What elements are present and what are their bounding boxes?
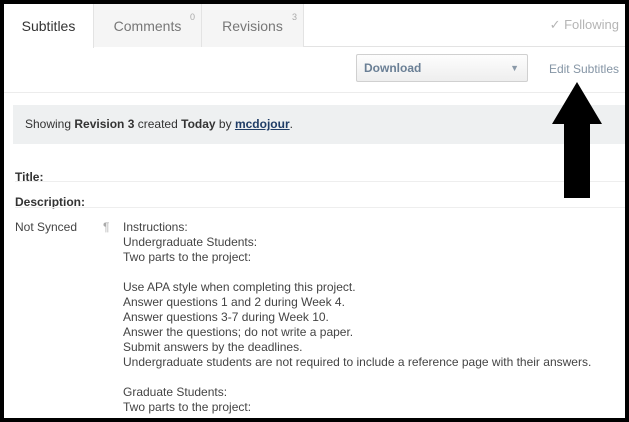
- toolbar: Download ▼ Edit Subtitles: [4, 47, 625, 93]
- revision-created: created: [137, 117, 178, 131]
- tab-bar: Subtitles Comments 0 Revisions 3 ✓ Follo…: [4, 4, 625, 48]
- revision-number: Revision 3: [74, 117, 135, 131]
- sync-status: Not Synced: [15, 220, 78, 234]
- download-label: Download: [364, 61, 422, 75]
- tab-label: Comments: [113, 17, 182, 34]
- divider: [15, 207, 625, 208]
- subtitle-line: Undergraduate students are not required …: [123, 355, 592, 369]
- tab-comments[interactable]: Comments 0: [94, 4, 202, 47]
- tab-count: 0: [189, 12, 195, 22]
- revision-user-link[interactable]: mcdojour: [235, 117, 290, 131]
- subtitle-line: Two parts to the project:: [123, 250, 252, 264]
- revision-info: Showing Revision 3 created Today by mcdo…: [13, 105, 625, 144]
- revision-suffix: .: [289, 117, 293, 131]
- subtitle-panel: Subtitles Comments 0 Revisions 3 ✓ Follo…: [4, 4, 625, 418]
- subtitle-line: Graduate Students:: [123, 385, 228, 399]
- tab-label: Subtitles: [21, 18, 76, 34]
- subtitle-line: Submit answers by the deadlines.: [123, 340, 303, 354]
- tab-label: Revisions: [222, 17, 283, 34]
- subtitle-text: Instructions: Undergraduate Students: Tw…: [123, 220, 623, 415]
- following-toggle[interactable]: ✓ Following: [550, 17, 619, 33]
- subtitle-line: Instructions:: [123, 220, 188, 234]
- subtitle-line: Use APA style when completing this proje…: [123, 280, 356, 294]
- tab-revisions[interactable]: Revisions 3: [202, 4, 304, 47]
- subtitle-line: Answer the questions; do not write a pap…: [123, 325, 354, 339]
- paragraph-icon: ¶: [103, 220, 110, 234]
- subtitle-line: Two parts to the project:: [123, 400, 252, 414]
- edit-subtitles-link[interactable]: Edit Subtitles: [549, 62, 619, 76]
- subtitle-line: Undergraduate Students:: [123, 235, 258, 249]
- subtitle-line: [123, 265, 623, 280]
- revision-by: by: [218, 117, 232, 131]
- divider: [15, 181, 625, 182]
- revision-prefix: Showing: [25, 117, 72, 131]
- arrow-up-icon: [552, 82, 602, 198]
- subtitle-line: Answer questions 1 and 2 during Week 4.: [123, 295, 345, 309]
- tab-count: 3: [291, 12, 297, 22]
- tab-subtitles[interactable]: Subtitles: [4, 4, 94, 48]
- revision-date: Today: [181, 117, 216, 131]
- subtitle-line: Answer questions 3-7 during Week 10.: [123, 310, 329, 324]
- subtitle-line: [123, 370, 623, 385]
- download-select[interactable]: Download ▼: [356, 54, 528, 82]
- chevron-down-icon: ▼: [510, 63, 519, 73]
